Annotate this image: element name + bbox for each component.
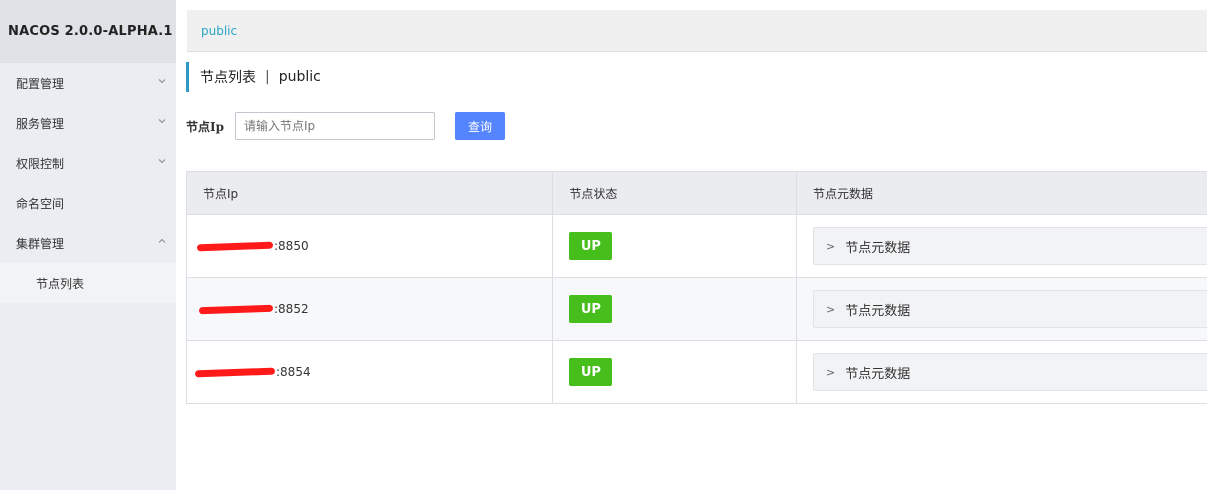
metadata-collapse[interactable]: > 节点元数据 — [812, 227, 1207, 265]
sidebar-item-label: 集群管理 — [16, 236, 65, 251]
sidebar-item-label: 服务管理 — [16, 116, 65, 131]
status-badge: UP — [569, 232, 613, 260]
redaction-mark — [194, 367, 276, 377]
redaction-mark — [196, 241, 274, 251]
sidebar-item-label: 命名空间 — [16, 196, 65, 211]
metadata-label: 节点元数据 — [845, 303, 911, 319]
node-ip-input[interactable] — [235, 112, 435, 140]
sidebar-item-config[interactable]: 配置管理 — [0, 63, 176, 103]
sidebar-item-label: 配置管理 — [16, 76, 65, 91]
metadata-label: 节点元数据 — [845, 240, 911, 256]
metadata-collapse[interactable]: > 节点元数据 — [812, 290, 1207, 328]
sidebar-item-cluster[interactable]: 集群管理 — [0, 223, 176, 263]
chevron-up-icon — [158, 238, 166, 243]
query-button[interactable]: 查询 — [455, 112, 505, 140]
node-metadata-cell: > 节点元数据 — [795, 214, 1207, 278]
table-row: :8850 UP > 节点元数据 — [185, 214, 1207, 278]
status-badge: UP — [569, 358, 613, 386]
page-title-text: 节点列表 — [200, 70, 256, 86]
chevron-right-icon: > — [825, 365, 836, 379]
node-table: 节点Ip 节点状态 节点元数据 :8850 UP > 节点元数据:8852 U… — [185, 171, 1207, 404]
sidebar-item-permission[interactable]: 权限控制 — [0, 143, 176, 183]
status-badge: UP — [569, 295, 613, 323]
node-status-cell: UP — [552, 277, 797, 341]
column-header-node-ip: 节点Ip — [185, 171, 554, 215]
chevron-down-icon — [158, 159, 166, 164]
node-metadata-cell: > 节点元数据 — [795, 340, 1207, 404]
search-form: 节点Ip 查询 — [186, 112, 505, 140]
namespace-bar: public — [187, 10, 1207, 52]
node-ip-cell: :8852 — [185, 277, 554, 341]
chevron-down-icon — [158, 79, 166, 84]
node-status-cell: UP — [552, 214, 797, 278]
table-row: :8852 UP > 节点元数据 — [185, 277, 1207, 341]
table-row: :8854 UP > 节点元数据 — [185, 340, 1207, 404]
node-ip-label: 节点Ip — [186, 119, 225, 134]
table-header-row: 节点Ip 节点状态 节点元数据 — [185, 171, 1207, 215]
metadata-label: 节点元数据 — [845, 366, 911, 382]
sidebar-item-label: 权限控制 — [16, 156, 65, 171]
chevron-right-icon: > — [825, 302, 836, 316]
column-header-node-metadata: 节点元数据 — [795, 171, 1207, 215]
sidebar-item-service[interactable]: 服务管理 — [0, 103, 176, 143]
namespace-link-public[interactable]: public — [201, 24, 237, 38]
sidebar: NACOS 2.0.0-ALPHA.1 配置管理 服务管理 权限控制 命名空间 … — [0, 0, 176, 490]
redaction-mark — [198, 304, 274, 314]
node-ip-cell: :8854 — [185, 340, 554, 404]
node-ip-port: :8852 — [274, 302, 309, 316]
page-title: 节点列表 | public — [186, 62, 321, 92]
chevron-down-icon — [158, 119, 166, 124]
app-logo: NACOS 2.0.0-ALPHA.1 — [0, 0, 176, 63]
node-ip-cell: :8850 — [185, 214, 554, 278]
page-title-namespace: public — [278, 69, 321, 85]
sidebar-item-namespace[interactable]: 命名空间 — [0, 183, 176, 223]
sidebar-subitem-label: 节点列表 — [36, 276, 85, 291]
node-ip-port: :8854 — [276, 365, 311, 379]
node-ip-port: :8850 — [274, 239, 309, 253]
chevron-right-icon: > — [825, 239, 836, 253]
title-separator: | — [265, 69, 270, 85]
node-status-cell: UP — [552, 340, 797, 404]
sidebar-subitem-node-list[interactable]: 节点列表 — [0, 263, 176, 303]
metadata-collapse[interactable]: > 节点元数据 — [812, 353, 1207, 391]
node-metadata-cell: > 节点元数据 — [795, 277, 1207, 341]
column-header-node-status: 节点状态 — [552, 171, 797, 215]
